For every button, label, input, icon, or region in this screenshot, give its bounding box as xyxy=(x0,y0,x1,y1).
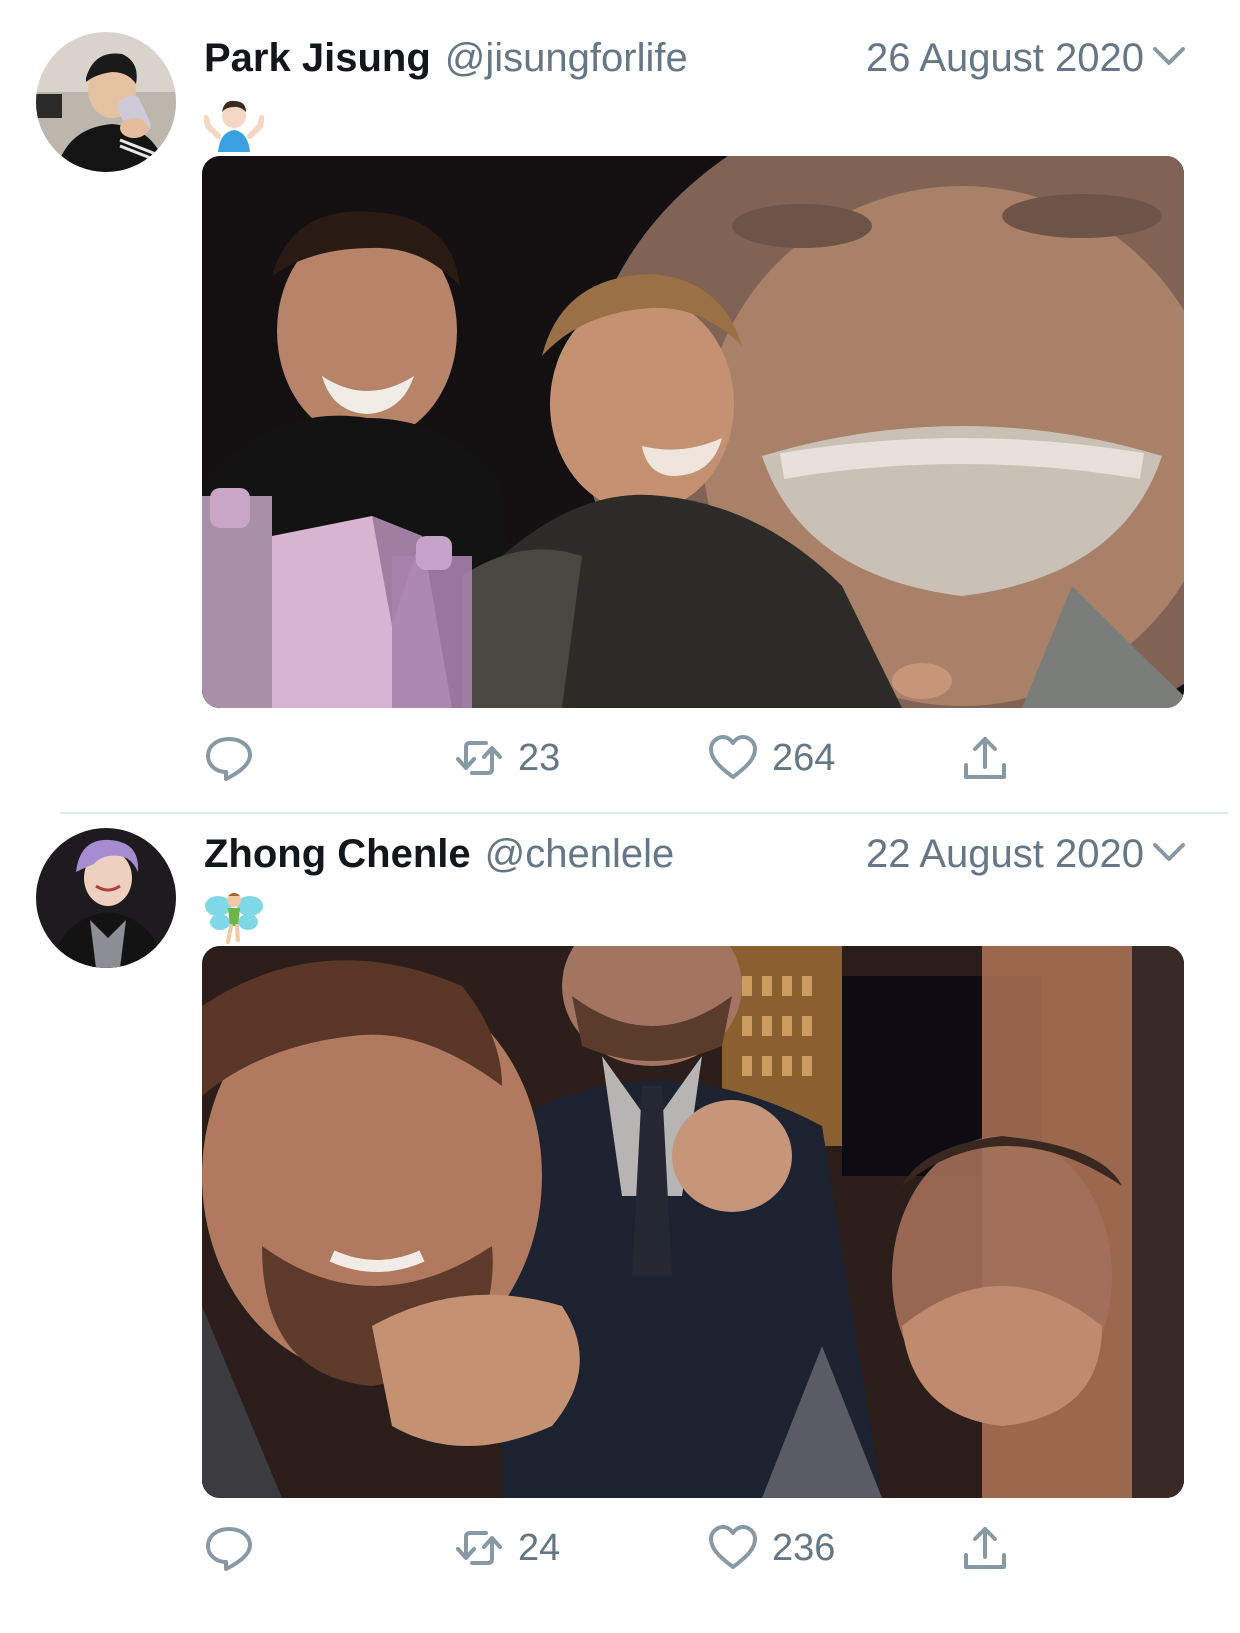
person-shrugging-emoji xyxy=(204,100,264,152)
avatar[interactable] xyxy=(36,32,176,172)
reply-icon xyxy=(206,737,252,781)
tweet-actions: 24 236 xyxy=(202,1520,1184,1576)
heart-icon xyxy=(709,1525,757,1569)
retweet-count: 23 xyxy=(518,736,561,779)
tweet[interactable]: Zhong Chenle @chenlele 22 August 2020 24… xyxy=(0,820,1240,1633)
tweet[interactable]: Park Jisung @jisungforlife 26 August 2020 xyxy=(0,0,1240,820)
share-icon xyxy=(964,1527,1006,1569)
retweet-count: 24 xyxy=(518,1526,561,1569)
chevron-down-icon[interactable] xyxy=(1152,44,1186,70)
avatar-image xyxy=(36,828,176,968)
reply-button[interactable] xyxy=(204,1520,268,1576)
fairy-emoji xyxy=(205,893,263,944)
tweet-media[interactable] xyxy=(202,946,1184,1498)
retweet-button[interactable]: 24 xyxy=(454,1520,560,1576)
display-name-text: Zhong Chenle xyxy=(204,832,471,876)
photo-media xyxy=(202,156,1184,708)
retweet-button[interactable]: 23 xyxy=(454,730,560,786)
share-icon xyxy=(964,737,1006,779)
like-button[interactable]: 264 xyxy=(708,730,835,786)
display-name[interactable]: Park Jisung @jisungforlife xyxy=(204,34,688,82)
tweet-actions: 23 264 xyxy=(202,730,1184,786)
reply-icon xyxy=(206,1527,252,1571)
tweet-date[interactable]: 26 August 2020 xyxy=(866,34,1144,82)
retweet-icon xyxy=(456,741,502,775)
like-count: 264 xyxy=(772,736,836,779)
heart-icon xyxy=(709,735,757,779)
avatar[interactable] xyxy=(36,828,176,968)
handle[interactable]: @jisungforlife xyxy=(445,36,688,80)
reply-button[interactable] xyxy=(204,730,268,786)
like-button[interactable]: 236 xyxy=(708,1520,835,1576)
handle[interactable]: @chenlele xyxy=(485,832,675,876)
like-count: 236 xyxy=(772,1526,836,1569)
share-button[interactable] xyxy=(960,1520,1010,1576)
photo-media xyxy=(202,946,1184,1498)
share-button[interactable] xyxy=(960,730,1010,786)
chevron-down-icon[interactable] xyxy=(1152,840,1186,866)
retweet-icon xyxy=(456,1531,502,1565)
tweet-date[interactable]: 22 August 2020 xyxy=(866,830,1144,878)
display-name-text: Park Jisung xyxy=(204,36,431,80)
display-name[interactable]: Zhong Chenle @chenlele xyxy=(204,830,674,878)
avatar-image xyxy=(36,32,176,172)
tweet-media[interactable] xyxy=(202,156,1184,708)
tweet-divider xyxy=(60,812,1228,814)
